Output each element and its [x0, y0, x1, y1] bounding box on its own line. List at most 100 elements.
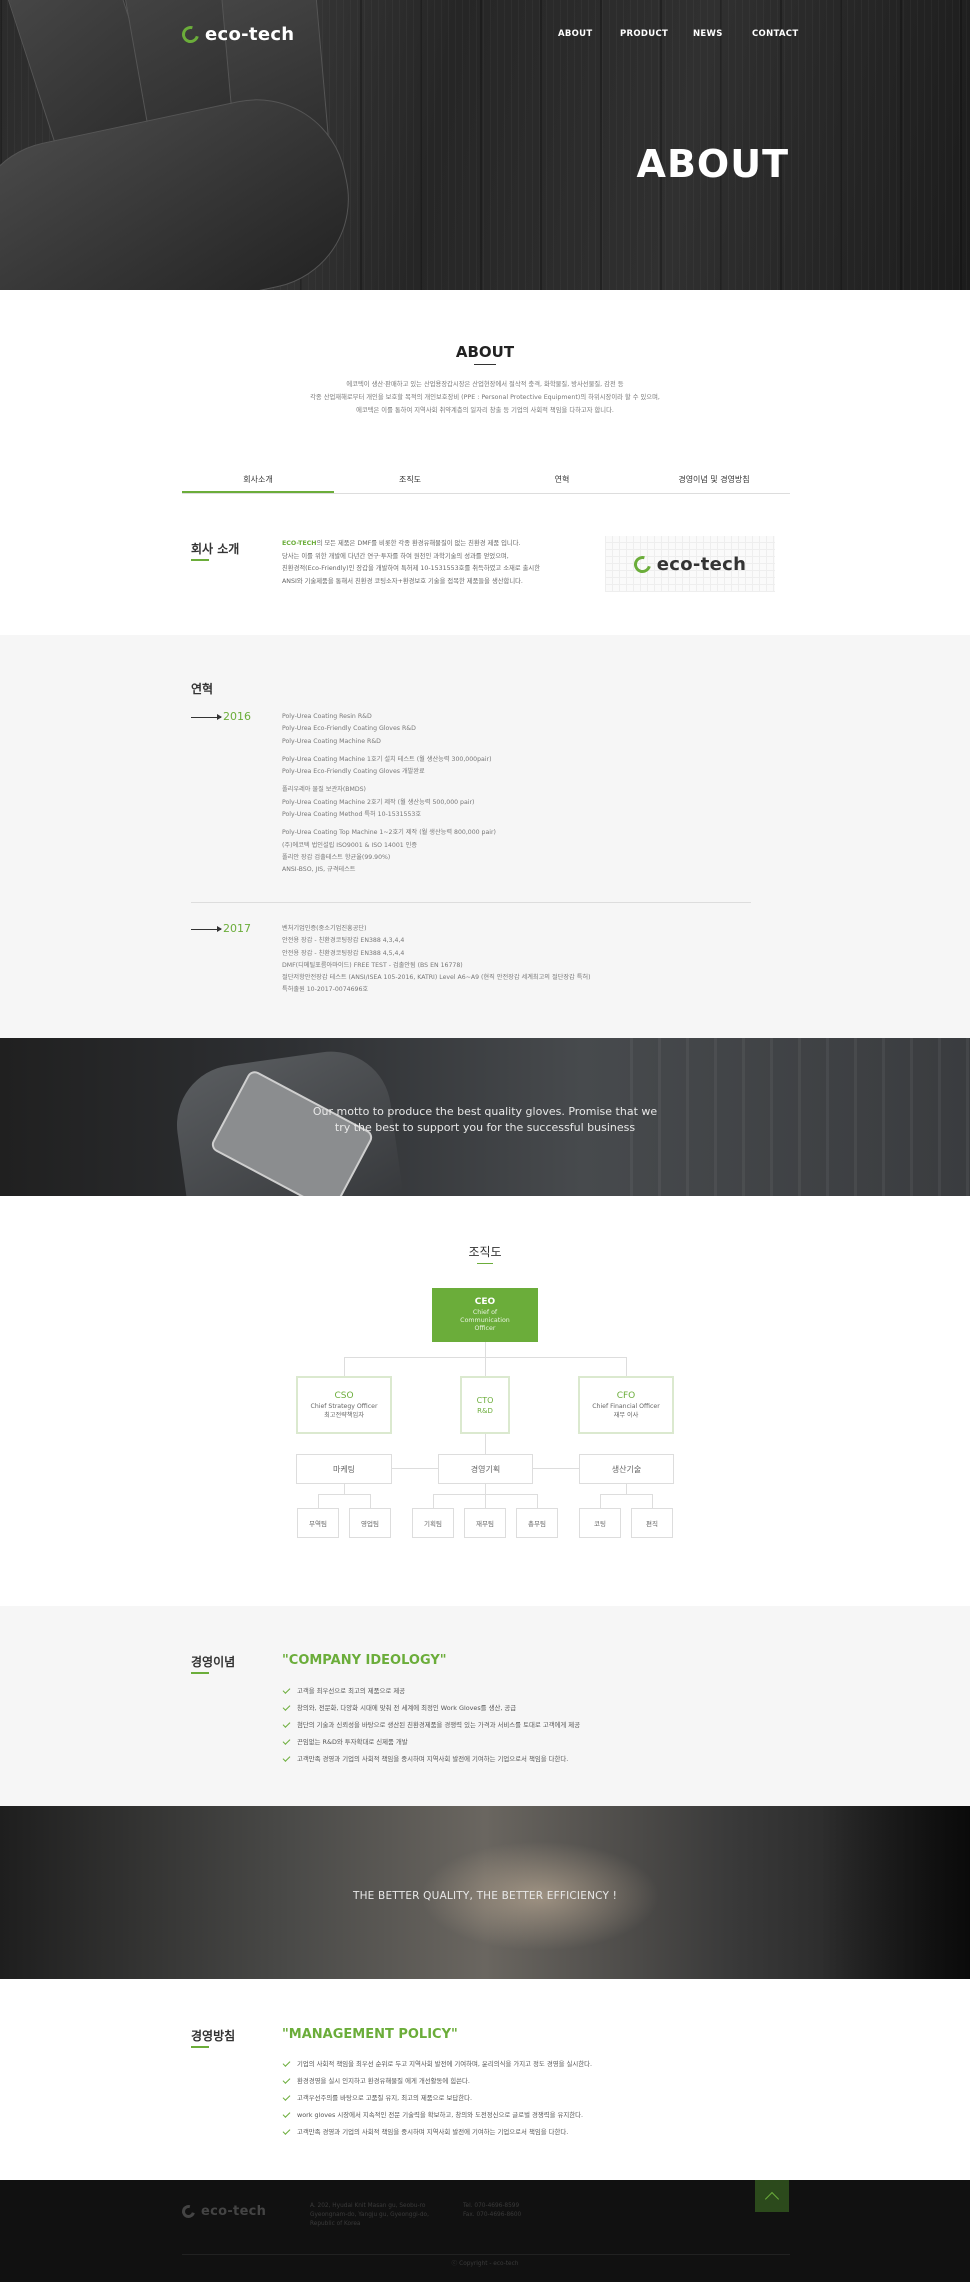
- check-icon: [282, 1719, 291, 1728]
- org-connector: [392, 1468, 438, 1469]
- org-planning: 경영기획: [438, 1454, 533, 1484]
- org-connector: [433, 1494, 434, 1508]
- year-2017: 2017: [223, 922, 251, 935]
- check-icon: [282, 1685, 291, 1694]
- header-logo[interactable]: eco-tech: [178, 22, 294, 47]
- ideology-item: 고객을 최우선으로 최고의 제품으로 제공: [282, 1685, 405, 1695]
- policy-item: 고객우선주의를 바탕으로 고품질 유지, 최고의 제품으로 보답한다.: [282, 2092, 472, 2102]
- main-nav: ABOUT PRODUCT NEWS CONTACT: [558, 29, 802, 39]
- heading-accent: [191, 1672, 209, 1674]
- company-heading: 회사 소개: [191, 542, 240, 556]
- org-connector: [600, 1494, 652, 1495]
- footer: eco-tech A. 202, Hyudai Knit Masan gu, S…: [0, 2180, 970, 2282]
- efficiency-banner: THE BETTER QUALITY, THE BETTER EFFICIENC…: [0, 1806, 970, 1979]
- policy-heading: 경영방침: [191, 2029, 236, 2043]
- nav-news[interactable]: NEWS: [693, 29, 752, 39]
- efficiency-text: THE BETTER QUALITY, THE BETTER EFFICIENC…: [352, 1890, 618, 1902]
- scroll-top-button[interactable]: [755, 2180, 789, 2212]
- motto-line-2: try the best to support you for the succ…: [334, 1121, 636, 1134]
- org-cfo: CFO Chief Financial Officer 재무 이사: [578, 1376, 674, 1434]
- org-connector: [485, 1434, 486, 1454]
- policy-item: 기업의 사회적 책임을 최우선 순위로 두고 지역사회 발전에 기여하며, 윤리…: [282, 2058, 592, 2068]
- tab-history[interactable]: 연혁: [486, 470, 638, 493]
- footer-contact: Tel. 070-4696-8599 Fax. 070-4696-8600: [463, 2203, 522, 2218]
- nav-about[interactable]: ABOUT: [558, 29, 620, 39]
- ideology-item: 고객만족 경영과 기업의 사회적 책임을 중시하며 지역사회 발전에 기여하는 …: [282, 1753, 568, 1763]
- about-title: ABOUT: [455, 343, 515, 361]
- divider: [191, 902, 751, 903]
- history-2017-list: 벤처기업인증(중소기업진흥공단) 안전용 장갑 - 친환경코팅장갑 EN388 …: [282, 925, 591, 994]
- org-ceo: CEO Chief of Communication Officer: [432, 1288, 538, 1342]
- year-2016: 2016: [223, 710, 251, 723]
- check-icon: [282, 2109, 291, 2118]
- org-knitting-team: 편직: [631, 1508, 673, 1538]
- org-connector: [344, 1357, 345, 1376]
- check-icon: [282, 2075, 291, 2084]
- policy-item: 고객만족 경영과 기업의 사회적 책임을 중시하며 지역사회 발전에 기여하는 …: [282, 2126, 568, 2136]
- motto-line-1: Our motto to produce the best quality gl…: [312, 1105, 658, 1118]
- history-heading: 연혁: [191, 682, 214, 696]
- check-icon: [282, 1753, 291, 1762]
- brand-name: ECO-TECH: [282, 540, 317, 547]
- org-trade-team: 무역팀: [297, 1508, 339, 1538]
- org-connector: [485, 1357, 486, 1376]
- org-sales-team: 영업팀: [349, 1508, 391, 1538]
- org-cso: CSO Chief Strategy Officer 최고전략책임자: [296, 1376, 392, 1434]
- org-production: 생산기술: [579, 1454, 674, 1484]
- logo-icon: [630, 552, 654, 576]
- org-admin-team: 총무팀: [516, 1508, 558, 1538]
- ideology-item: 창의와, 전문화, 다양화 시대에 맞춰 전 세계에 최정인 Work Glov…: [282, 1702, 516, 1712]
- org-connector: [485, 1342, 486, 1357]
- check-icon: [282, 1702, 291, 1711]
- org-connector: [537, 1494, 538, 1508]
- footer-logo[interactable]: eco-tech: [179, 2202, 266, 2221]
- org-finance-team: 재무팀: [464, 1508, 506, 1538]
- check-icon: [282, 1736, 291, 1745]
- tab-ideology[interactable]: 경영이념 및 경영방침: [638, 470, 790, 493]
- org-connector: [652, 1494, 653, 1508]
- title-underline: [477, 1263, 493, 1264]
- company-logo: eco-tech: [630, 552, 746, 576]
- policy-item: 환경경영을 실시 인지하고 환경유해물질 에게 개선활동에 힘쓴다.: [282, 2075, 470, 2085]
- policy-item: work gloves 시장에서 지속적인 전문 기술력을 확보하고, 창의와 …: [282, 2109, 583, 2119]
- nav-contact[interactable]: CONTACT: [752, 29, 802, 39]
- org-planning-team: 기획팀: [412, 1508, 454, 1538]
- footer-copyright: ⓒ Copyright - eco-tech: [451, 2261, 519, 2267]
- org-marketing: 마케팅: [296, 1454, 392, 1484]
- about-tabs: 회사소개 조직도 연혁 경영이념 및 경영방침: [182, 470, 790, 494]
- org-connector: [318, 1494, 370, 1495]
- check-icon: [282, 2092, 291, 2101]
- check-icon: [282, 2126, 291, 2135]
- org-connector: [485, 1484, 486, 1494]
- company-description: ECO-TECH의 모든 제품은 DMF를 비롯한 각종 환경유해물질이 없는 …: [282, 540, 540, 586]
- about-intro: 에코텍이 생산·판매하고 있는 산업용장갑시장은 산업현장에서 절삭적 충격, …: [310, 381, 660, 414]
- org-title: 조직도: [468, 1245, 502, 1259]
- chevron-up-icon: [764, 2191, 780, 2206]
- tab-organization[interactable]: 조직도: [334, 470, 486, 493]
- org-connector: [626, 1484, 627, 1494]
- nav-product[interactable]: PRODUCT: [620, 29, 693, 39]
- motto-banner: Our motto to produce the best quality gl…: [0, 1038, 970, 1196]
- org-connector: [533, 1468, 579, 1469]
- heading-accent: [191, 2046, 209, 2048]
- ideology-quote: "COMPANY IDEOLOGY": [282, 1653, 447, 1668]
- org-connector: [600, 1494, 601, 1508]
- org-connector: [626, 1357, 627, 1376]
- org-cto: CTO R&D: [460, 1376, 510, 1434]
- title-underline: [474, 364, 496, 365]
- ideology-item: 끈임없는 R&D와 투자확대로 신제품 개발: [282, 1736, 408, 1746]
- arrow-icon: [191, 714, 222, 720]
- footer-address: A. 202, Hyudai Knit Masan gu, Seobu-ro G…: [310, 2203, 429, 2227]
- org-connector: [370, 1494, 371, 1508]
- org-connector: [485, 1494, 486, 1508]
- policy-quote: "MANAGEMENT POLICY": [282, 2027, 458, 2042]
- logo-icon: [179, 2202, 198, 2221]
- ideology-item: 첨단의 기술과 신뢰성을 바탕으로 생산된 친환경제품을 경쟁력 있는 가격과 …: [282, 1719, 580, 1729]
- hero-title: ABOUT: [636, 142, 789, 186]
- org-coating-team: 코팅: [579, 1508, 621, 1538]
- arrow-icon: [191, 926, 222, 932]
- ideology-heading: 경영이념: [191, 1655, 236, 1669]
- tab-company[interactable]: 회사소개: [182, 470, 334, 493]
- org-connector: [318, 1494, 319, 1508]
- history-2016-list: Poly-Urea Coating Resin R&D Poly-Urea Ec…: [282, 713, 496, 874]
